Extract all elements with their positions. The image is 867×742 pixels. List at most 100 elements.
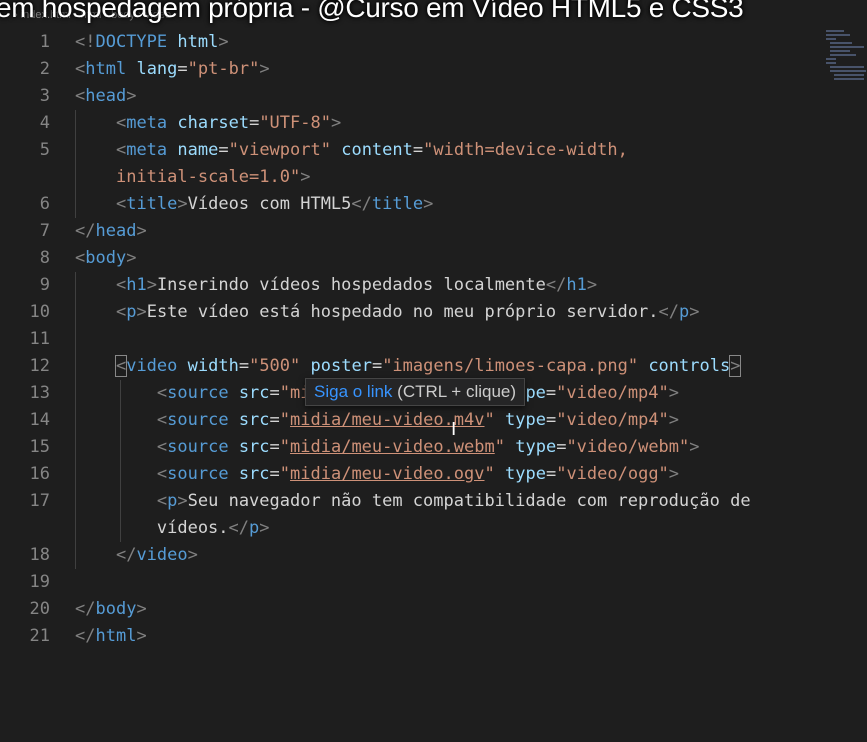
code-content[interactable]: <source src="midia/meu-video.ogv" type="… xyxy=(75,461,679,488)
code-content[interactable]: vídeos.</p> xyxy=(75,515,270,542)
code-token: > xyxy=(146,275,157,295)
code-token: " xyxy=(279,410,291,430)
code-token: src xyxy=(238,410,270,430)
code-token: Este vídeo está hospedado no meu próprio… xyxy=(146,302,659,322)
code-token: "viewport" xyxy=(228,140,331,160)
code-token: </ xyxy=(545,275,567,295)
code-line[interactable]: 9 <h1>Inserindo vídeos hospedados localm… xyxy=(0,272,867,299)
code-token: = xyxy=(218,140,229,160)
code-line[interactable]: 16 <source src="midia/meu-video.ogv" typ… xyxy=(0,461,867,488)
code-content[interactable]: <html lang="pt-br"> xyxy=(75,56,270,83)
code-token: body xyxy=(95,599,137,619)
code-content[interactable]: </video> xyxy=(75,542,198,569)
code-token: video xyxy=(126,356,178,376)
code-token: meta xyxy=(126,113,168,133)
source-link[interactable]: midia/meu-video.webm xyxy=(290,437,495,457)
code-token: "video/mp4" xyxy=(556,410,669,430)
code-content[interactable]: <!DOCTYPE html> xyxy=(75,29,229,56)
code-line[interactable]: vídeos.</p> xyxy=(0,515,867,542)
code-token: video xyxy=(136,545,188,565)
code-line[interactable]: 5 <meta name="viewport" content="width=d… xyxy=(0,137,867,164)
line-number: 1 xyxy=(39,32,50,52)
code-line[interactable]: initial-scale=1.0"> xyxy=(0,164,867,191)
code-token: html xyxy=(85,59,127,79)
code-line[interactable]: 10 <p>Este vídeo está hospedado no meu p… xyxy=(0,299,867,326)
code-content[interactable]: </html> xyxy=(75,623,147,650)
code-token: > xyxy=(126,248,137,268)
code-content[interactable]: <title>Vídeos com HTML5</title> xyxy=(75,191,433,218)
code-content[interactable]: <source src="midia/meu-video.m4v" type="… xyxy=(75,407,679,434)
code-token: Seu navegador não tem compatibilidade co… xyxy=(187,491,751,511)
code-token: < xyxy=(75,86,86,106)
code-token: > xyxy=(586,275,598,295)
code-content[interactable]: <meta charset="UTF-8"> xyxy=(75,110,341,137)
code-content[interactable]: <p>Seu navegador não tem compatibilidade… xyxy=(75,488,751,515)
code-line[interactable]: 19 xyxy=(0,569,867,596)
code-line[interactable]: 8 <body> xyxy=(0,245,867,272)
code-content[interactable]: <head> xyxy=(75,83,136,110)
code-token: charset xyxy=(177,113,250,133)
line-number: 5 xyxy=(39,140,50,160)
code-line[interactable]: 15 <source src="midia/meu-video.webm" ty… xyxy=(0,434,867,461)
code-content[interactable]: <body> xyxy=(75,245,136,272)
code-line[interactable]: 21 </html> xyxy=(0,623,867,650)
code-line[interactable]: 11 xyxy=(0,326,867,353)
code-token: > xyxy=(668,383,680,403)
code-line[interactable]: 4 <meta charset="UTF-8"> xyxy=(0,110,867,137)
code-token: > xyxy=(218,32,229,52)
code-token: </ xyxy=(75,221,96,241)
code-token: "video/webm" xyxy=(566,437,690,457)
code-line[interactable]: 2 <html lang="pt-br"> xyxy=(0,56,867,83)
code-token: </ xyxy=(75,626,96,646)
code-line[interactable]: 7 </head> xyxy=(0,218,867,245)
code-token: src xyxy=(238,383,270,403)
code-line[interactable]: 17 <p>Seu navegador não tem compatibilid… xyxy=(0,488,867,515)
code-token: " xyxy=(484,464,495,484)
source-link[interactable]: midia/meu-video.ogv xyxy=(290,464,484,484)
code-token: < xyxy=(75,59,86,79)
code-token: = xyxy=(545,464,557,484)
code-token: > xyxy=(259,59,270,79)
code-token: > xyxy=(136,626,147,646)
line-number: 13 xyxy=(29,383,50,403)
code-token: html xyxy=(95,626,137,646)
code-line[interactable]: 18 </video> xyxy=(0,542,867,569)
code-content[interactable]: <h1>Inserindo vídeos hospedados localmen… xyxy=(75,272,597,299)
code-token: src xyxy=(238,464,270,484)
code-token: p xyxy=(167,491,178,511)
code-content[interactable]: <source src="midia/meu-video.webm" type=… xyxy=(75,434,700,461)
code-content[interactable]: initial-scale=1.0"> xyxy=(75,164,310,191)
line-number: 9 xyxy=(39,275,50,295)
code-content[interactable]: <video width="500" poster="imagens/limoe… xyxy=(75,353,742,380)
code-token: > xyxy=(300,167,311,187)
code-line[interactable]: 1 <!DOCTYPE html> xyxy=(0,29,867,56)
code-line[interactable]: 14 <source src="midia/meu-video.m4v" typ… xyxy=(0,407,867,434)
line-number: 16 xyxy=(29,464,50,484)
code-line[interactable]: 12 <video width="500" poster="imagens/li… xyxy=(0,353,867,380)
code-token: p xyxy=(678,302,690,322)
code-content[interactable]: </head> xyxy=(75,218,147,245)
code-content[interactable]: </body> xyxy=(75,596,147,623)
follow-link[interactable]: Siga o link xyxy=(314,382,392,401)
code-token: source xyxy=(167,464,229,484)
code-token: src xyxy=(238,437,270,457)
link-hover-tooltip: Siga o link (CTRL + clique) xyxy=(305,378,526,406)
code-line[interactable]: 6 <title>Vídeos com HTML5</title> xyxy=(0,191,867,218)
code-line[interactable]: 3 <head> xyxy=(0,83,867,110)
code-token: > xyxy=(126,86,137,106)
code-content[interactable]: <p>Este vídeo está hospedado no meu próp… xyxy=(75,299,699,326)
code-token: </ xyxy=(351,194,372,214)
code-line[interactable]: 20 </body> xyxy=(0,596,867,623)
code-token: " xyxy=(279,437,291,457)
code-token: html xyxy=(177,32,219,52)
code-token: = xyxy=(371,356,383,376)
code-content[interactable]: <meta name="viewport" content="width=dev… xyxy=(75,137,628,164)
